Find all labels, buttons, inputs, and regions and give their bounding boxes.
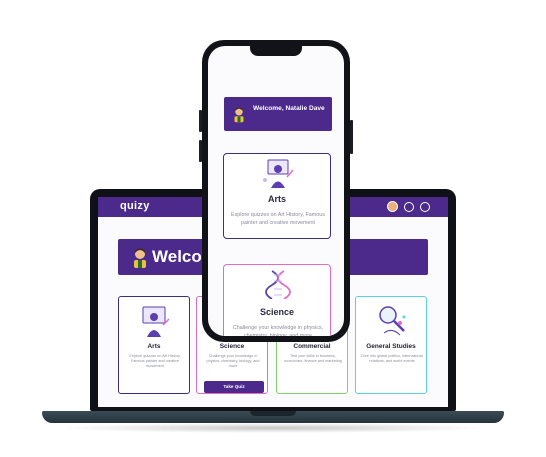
- welcome-title: Welcome, Natalie Dave: [253, 105, 325, 112]
- card-title: Commercial: [293, 343, 331, 350]
- card-description: Challenge your knowledge in physics, che…: [206, 354, 260, 369]
- card-title: Science: [219, 343, 245, 350]
- app-logo[interactable]: quizy: [120, 200, 150, 212]
- shield-icon[interactable]: [404, 201, 414, 212]
- category-card-general-studies[interactable]: General Studies Dive into global politic…: [355, 296, 427, 394]
- category-card-arts[interactable]: Arts Explore quizzes on Art History, Fam…: [118, 296, 190, 394]
- phone-notch: [250, 46, 302, 56]
- globe-magnifier-icon: [379, 306, 406, 336]
- category-card-arts[interactable]: Arts Explore quizzes on Art History, Fam…: [223, 153, 331, 239]
- card-description: Dive into global politics, international…: [361, 354, 423, 364]
- painter-icon: [142, 306, 170, 337]
- dna-icon: [265, 270, 291, 299]
- laptop-notch: [250, 411, 296, 416]
- card-title: Arts: [267, 194, 286, 204]
- card-title: General Studies: [366, 343, 416, 350]
- take-quiz-button[interactable]: Take Quiz: [204, 381, 264, 393]
- user-avatar-icon: [234, 107, 244, 123]
- navbar-actions: [387, 201, 430, 212]
- card-description: Explore quizzes on Art History, Famous p…: [129, 354, 181, 369]
- laptop-shadow: [58, 423, 488, 433]
- user-avatar-icon: [134, 248, 146, 268]
- card-description: Challenge your knowledge in physics, che…: [232, 325, 324, 336]
- card-title: Science: [259, 307, 295, 317]
- painter-icon: [263, 159, 294, 188]
- card-title: Arts: [147, 343, 161, 350]
- phone-side-button: [350, 120, 353, 154]
- card-description: Test your skills in business, economics,…: [284, 354, 342, 364]
- category-card-science[interactable]: Science Challenge your knowledge in phys…: [223, 264, 331, 336]
- phone-screen: Welcome, Natalie Dave Arts Explore quizz…: [208, 46, 344, 336]
- avatar[interactable]: [387, 201, 398, 212]
- help-icon[interactable]: [420, 201, 430, 212]
- card-description: Explore quizzes on Art History, Famous p…: [231, 212, 325, 226]
- welcome-banner: Welcome, Natalie Dave: [224, 97, 332, 131]
